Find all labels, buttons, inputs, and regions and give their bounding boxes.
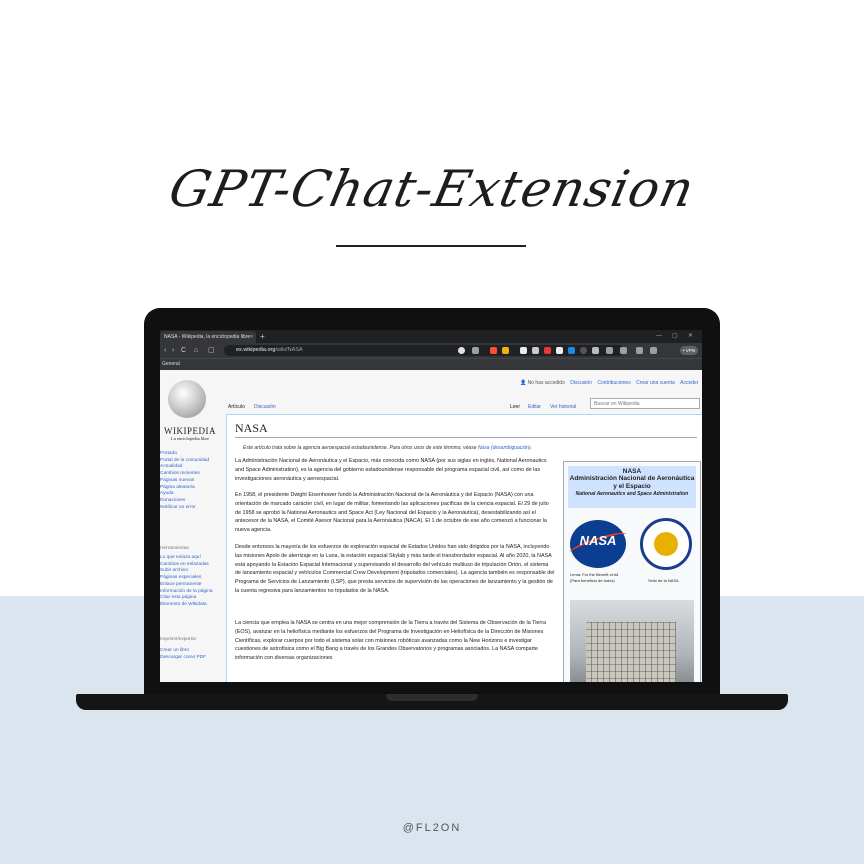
minimize-icon[interactable]: —: [656, 330, 662, 343]
sidebar-heading-tools: Herramientas: [160, 546, 189, 551]
sidebar-item[interactable]: Ayuda: [160, 491, 220, 498]
vpn-button[interactable]: • VPN: [679, 346, 698, 355]
wikipedia-page: WIKIPEDIA La enciclopedia libre 👤 No has…: [160, 370, 702, 682]
sidebar-item[interactable]: Donaciones: [160, 498, 220, 505]
extension-icon-1[interactable]: [520, 347, 527, 354]
infobox-english: National Aeronautics and Space Administr…: [575, 491, 689, 497]
not-logged-in-text: No has accedido: [527, 380, 565, 386]
extension-icon-2[interactable]: [532, 347, 539, 354]
browser-tab-bar: NASA - Wikipedia, la enciclopedia libre …: [160, 330, 702, 343]
wikipedia-tagline: La enciclopedia libre: [171, 436, 209, 441]
extension-icon-4[interactable]: [556, 347, 563, 354]
wikipedia-wordmark[interactable]: WIKIPEDIA: [160, 426, 220, 436]
paragraph-history: En 1958, el presidente Dwight Eisenhower…: [235, 492, 549, 534]
sidebar-icon[interactable]: [636, 347, 643, 354]
paragraph-exploration: Desde entonces la mayoría de los esfuerz…: [235, 544, 555, 594]
search-input[interactable]: Buscar en Wikipedia: [590, 398, 700, 409]
author-handle: @FL2ON: [402, 822, 462, 834]
sidebar-item[interactable]: Cambios recientes: [160, 471, 220, 478]
new-tab-button[interactable]: +: [260, 330, 265, 343]
bookmarks-bar: General: [160, 358, 702, 370]
hatnote-text: Este artículo trata sobre la agencia aer…: [243, 445, 477, 451]
sidebar-item[interactable]: Páginas nuevas: [160, 478, 220, 485]
brave-shield-icon[interactable]: [490, 347, 497, 354]
page-title: NASA: [235, 421, 268, 435]
user-navigation: 👤 No has accedido Discusión Contribucion…: [520, 380, 698, 386]
sidebar-item[interactable]: Citar esta página: [160, 595, 220, 602]
zoom-icon[interactable]: [472, 347, 479, 354]
paragraph-science: La ciencia que emplea la NASA se centra …: [235, 620, 547, 662]
sidebar-item[interactable]: Descargar como PDF: [160, 655, 220, 662]
title-underline: [336, 245, 526, 247]
window-close-icon[interactable]: ✕: [688, 330, 693, 343]
menu-icon[interactable]: [606, 347, 613, 354]
infobox-title: Administración Nacional de Aeronáutica y…: [569, 475, 695, 490]
tab-discussion[interactable]: Discusión: [254, 402, 276, 412]
sidebar-item[interactable]: Portada: [160, 451, 220, 458]
back-icon[interactable]: ‹: [164, 345, 166, 356]
sidebar-navigation: Portada Portal de la comunidad Actualida…: [160, 451, 220, 511]
sidebar-tools: Lo que enlaza aquí Cambios en enlazadas …: [160, 555, 220, 609]
brave-rewards-icon[interactable]: [502, 347, 509, 354]
browser-toolbar: ‹ › C ⌂ ▢ es.wikipedia.org/wiki/NASA • V…: [160, 343, 702, 358]
browser-tab[interactable]: NASA - Wikipedia, la enciclopedia libre …: [160, 331, 256, 343]
url-domain: es.wikipedia.org: [236, 347, 276, 353]
user-link-login[interactable]: Acceder: [680, 380, 698, 386]
article-content: NASA Este artículo trata sobre la agenci…: [226, 414, 702, 682]
hatnote-link[interactable]: Nasa (desambiguación).: [478, 445, 532, 451]
sidebar-heading-export: Imprimir/exportar: [160, 637, 197, 642]
sidebar-item[interactable]: Enlace permanente: [160, 582, 220, 589]
lema-caption: Lema: For the Benefit of All (Para benef…: [570, 572, 634, 583]
reload-icon[interactable]: C: [181, 345, 186, 356]
forward-icon[interactable]: ›: [172, 345, 174, 356]
bookmark-icon[interactable]: ▢: [208, 345, 215, 356]
wikipedia-globe-icon[interactable]: [168, 380, 206, 418]
laptop-notch: [386, 694, 478, 701]
hatnote: Este artículo trata sobre la agencia aer…: [243, 445, 532, 451]
maximize-icon[interactable]: ▢: [672, 330, 678, 343]
tab-title: NASA - Wikipedia, la enciclopedia libre: [164, 334, 251, 340]
puzzle-icon[interactable]: [592, 347, 599, 354]
home-icon[interactable]: ⌂: [194, 345, 198, 356]
download-icon[interactable]: [620, 347, 627, 354]
poster-title: GPT-Chat-Extension: [164, 160, 700, 218]
wallet-icon[interactable]: [650, 347, 657, 354]
nasa-logo-text: NASA: [579, 533, 617, 548]
sidebar-item[interactable]: Elemento de Wikidata: [160, 602, 220, 609]
seal-caption: Sello de la NASA: [648, 578, 679, 583]
nasa-seal-center: [654, 532, 678, 556]
bookmark-folder-general[interactable]: General: [162, 361, 180, 367]
sidebar-item[interactable]: Lo que enlaza aquí: [160, 555, 220, 562]
infobox-header: NASA Administración Nacional de Aeronáut…: [568, 466, 696, 508]
tab-read[interactable]: Leer: [510, 402, 520, 412]
sidebar-item[interactable]: Notificar un error: [160, 505, 220, 512]
infobox-name: NASA: [622, 468, 642, 475]
user-icon: 👤: [520, 380, 527, 386]
paragraph-intro: La Administración Nacional de Aeronáutic…: [235, 458, 547, 482]
tab-edit[interactable]: Editar: [528, 402, 541, 412]
share-icon[interactable]: [458, 347, 465, 354]
user-link-create-account[interactable]: Crear una cuenta: [636, 380, 675, 386]
tab-article[interactable]: Artículo: [228, 402, 245, 412]
address-bar[interactable]: es.wikipedia.org/wiki/NASA: [224, 345, 624, 356]
infobox: NASA Administración Nacional de Aeronáut…: [563, 461, 701, 682]
building-floors: [586, 622, 676, 682]
lema-translation: (Para beneficio de todos): [570, 577, 615, 583]
user-link-contributions[interactable]: Contribuciones: [597, 380, 630, 386]
tab-history[interactable]: Ver historial: [550, 402, 576, 412]
sidebar-item[interactable]: Crear un libro: [160, 648, 220, 655]
user-link-talk[interactable]: Discusión: [570, 380, 592, 386]
close-icon[interactable]: ×: [250, 331, 253, 343]
title-divider: [235, 437, 697, 438]
extension-icon-3[interactable]: [544, 347, 551, 354]
url-path: /wiki/NASA: [275, 347, 303, 353]
laptop-screen: NASA - Wikipedia, la enciclopedia libre …: [160, 330, 702, 682]
extension-icon-6[interactable]: [580, 347, 587, 354]
sidebar-item[interactable]: Páginas especiales: [160, 575, 220, 582]
sidebar-export: Crear un libro Descargar como PDF: [160, 648, 220, 661]
extension-icon-5[interactable]: [568, 347, 575, 354]
